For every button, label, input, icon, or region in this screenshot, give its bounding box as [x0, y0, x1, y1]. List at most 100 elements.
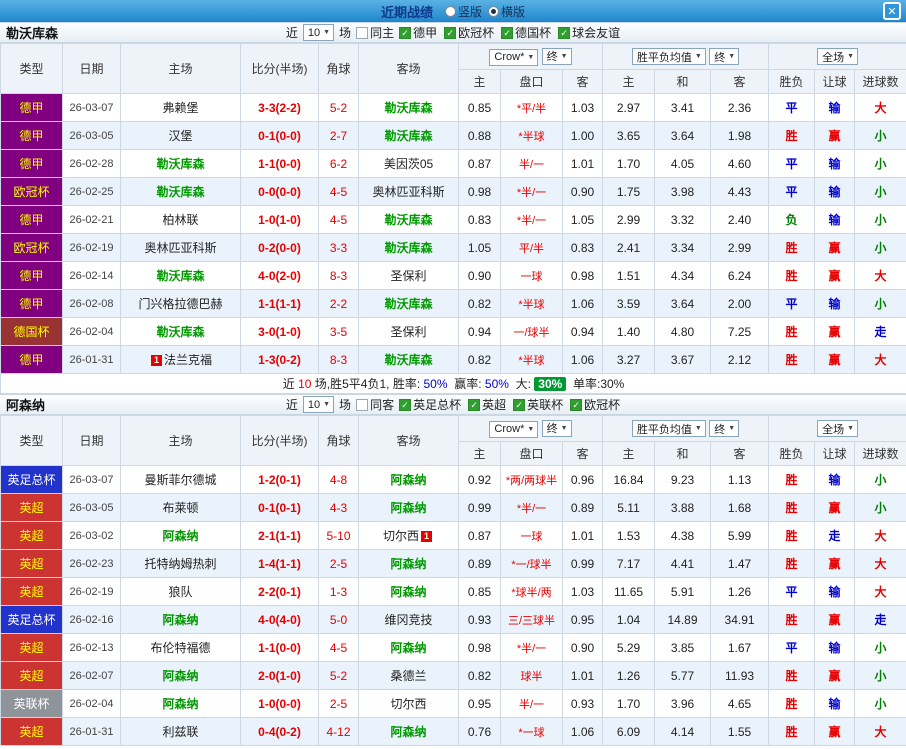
same-venue-checkbox[interactable]: 同主	[356, 24, 394, 41]
euro-odds-dropdown[interactable]: 胜平负均值 ▼	[631, 48, 706, 65]
match-count-dropdown[interactable]: 10 ▼	[302, 396, 335, 413]
home-team[interactable]: 门兴格拉德巴赫	[138, 297, 222, 311]
league-filter-checkbox[interactable]: ✓ 英超	[468, 396, 506, 413]
home-team[interactable]: 阿森纳	[162, 529, 198, 543]
col-date: 日期	[62, 43, 121, 94]
league-filter-checkbox[interactable]: ✓ 英足总杯	[399, 396, 461, 413]
league-filter-checkbox[interactable]: ✓ 德甲	[399, 24, 437, 41]
league-filter-checkbox[interactable]: ✓ 欧冠杯	[444, 24, 494, 41]
home-team[interactable]: 柏林联	[162, 213, 198, 227]
games-label: 场	[339, 26, 352, 40]
home-team[interactable]: 汉堡	[168, 129, 192, 143]
match-date: 26-02-19	[62, 233, 121, 262]
euro-away-odds: 5.99	[710, 521, 770, 550]
away-team[interactable]: 美因茨05	[384, 157, 433, 171]
summary-line: 近 10 场,胜5平4负1, 胜率: 50% 赢率: 50% 大: 30% 单率…	[282, 377, 624, 391]
asian-handicap: *一/球半	[500, 549, 563, 578]
radio-vertical-label[interactable]: 竖版	[458, 3, 482, 20]
euro-home-odds: 1.75	[602, 177, 656, 206]
corners: 3-5	[318, 317, 359, 346]
away-team[interactable]: 维冈竞技	[384, 613, 432, 627]
home-team[interactable]: 勒沃库森	[156, 269, 204, 283]
col-goals: 进球数	[854, 441, 906, 466]
handicap-result: 输	[814, 465, 856, 494]
match-row: 德甲 26-03-07 弗赖堡 3-3(2-2) 5-2 勒沃库森 0.85 *…	[0, 93, 906, 122]
home-team[interactable]: 弗赖堡	[162, 101, 198, 115]
home-team[interactable]: 阿森纳	[162, 613, 198, 627]
away-team[interactable]: 阿森纳	[390, 473, 426, 487]
wdl-result: 胜	[768, 661, 816, 690]
wdl-result: 胜	[768, 549, 816, 578]
same-venue-checkbox[interactable]: 同客	[356, 396, 394, 413]
away-team[interactable]: 圣保利	[390, 269, 426, 283]
home-team[interactable]: 奥林匹亚科斯	[144, 241, 216, 255]
league-filter-checkbox[interactable]: ✓ 德国杯	[501, 24, 551, 41]
home-team[interactable]: 法兰克福	[164, 353, 212, 367]
asian-home-odds: 0.85	[458, 93, 501, 122]
goals-result: 小	[854, 465, 906, 494]
home-team[interactable]: 曼斯菲尔德城	[144, 473, 216, 487]
euro-odds-dropdown[interactable]: 胜平负均值 ▼	[631, 420, 706, 437]
match-count-dropdown[interactable]: 10 ▼	[302, 24, 335, 41]
bookmaker-dropdown[interactable]: Crow* ▼	[489, 420, 539, 438]
home-team[interactable]: 布莱顿	[162, 501, 198, 515]
leverkusen-results-table: 类型 日期 主场 比分(半场) 角球 客场 Crow* ▼ 终 ▼ 胜平负均值 ▼ 终…	[0, 43, 906, 394]
away-team[interactable]: 奥林匹亚科斯	[372, 185, 444, 199]
away-team[interactable]: 圣保利	[390, 325, 426, 339]
home-team[interactable]: 勒沃库森	[156, 185, 204, 199]
league-filter-checkbox[interactable]: ✓ 欧冠杯	[570, 396, 620, 413]
scope-dropdown[interactable]: 全场 ▼	[817, 48, 859, 65]
home-team[interactable]: 勒沃库森	[156, 325, 204, 339]
league-filter-checkbox[interactable]: ✓ 球会友谊	[558, 24, 620, 41]
odds-time-dropdown[interactable]: 终 ▼	[541, 47, 572, 65]
away-team[interactable]: 勒沃库森	[384, 129, 432, 143]
home-team[interactable]: 布伦特福德	[150, 641, 210, 655]
match-date: 26-02-19	[62, 577, 121, 606]
euro-odds-time-dropdown[interactable]: 终 ▼	[709, 420, 740, 437]
away-team[interactable]: 阿森纳	[390, 501, 426, 515]
away-team[interactable]: 桑德兰	[390, 669, 426, 683]
home-team[interactable]: 阿森纳	[162, 697, 198, 711]
col-handicap: 盘口	[500, 69, 563, 94]
radio-horizontal-layout[interactable]	[488, 5, 499, 17]
col-wdl: 胜负	[768, 69, 816, 94]
col-away: 客场	[358, 415, 459, 466]
checkbox-unchecked-icon	[356, 398, 369, 411]
euro-draw-odds: 4.14	[654, 717, 712, 746]
summary-segment: 近	[282, 377, 295, 391]
bookmaker-dropdown[interactable]: Crow* ▼	[489, 48, 539, 66]
away-team[interactable]: 勒沃库森	[384, 213, 432, 227]
scope-dropdown[interactable]: 全场 ▼	[817, 420, 859, 437]
away-team[interactable]: 勒沃库森	[384, 297, 432, 311]
odds-time-dropdown[interactable]: 终 ▼	[541, 419, 572, 437]
away-team[interactable]: 阿森纳	[390, 557, 426, 571]
home-team[interactable]: 狼队	[168, 585, 192, 599]
match-date: 26-02-16	[62, 605, 121, 634]
away-team[interactable]: 阿森纳	[390, 725, 426, 739]
away-team[interactable]: 切尔西	[383, 529, 419, 543]
col-home: 主场	[120, 415, 241, 466]
away-team[interactable]: 阿森纳	[390, 641, 426, 655]
away-team[interactable]: 勒沃库森	[384, 101, 432, 115]
euro-odds-time-dropdown[interactable]: 终 ▼	[709, 48, 740, 65]
asian-away-odds: 1.01	[561, 661, 604, 690]
home-team[interactable]: 利兹联	[162, 725, 198, 739]
away-team-cell: 圣保利	[358, 261, 459, 290]
away-team[interactable]: 阿森纳	[390, 585, 426, 599]
home-team[interactable]: 阿森纳	[162, 669, 198, 683]
score: 1-2(0-1)	[240, 465, 319, 494]
away-team[interactable]: 勒沃库森	[384, 241, 432, 255]
home-team[interactable]: 勒沃库森	[156, 157, 204, 171]
section-arsenal-filterbar: 阿森纳 近 10 ▼ 场 同客 ✓ 英足总杯 ✓ 英超 ✓ 英联杯 ✓ 欧冠杯	[0, 394, 906, 415]
away-team[interactable]: 勒沃库森	[384, 353, 432, 367]
away-team[interactable]: 切尔西	[390, 697, 426, 711]
euro-draw-odds: 3.98	[654, 177, 712, 206]
euro-away-odds: 1.55	[710, 717, 770, 746]
radio-horizontal-label[interactable]: 横版	[501, 3, 525, 20]
league-filter-checkbox[interactable]: ✓ 英联杯	[513, 396, 563, 413]
checkbox-checked-icon: ✓	[468, 398, 481, 411]
score: 4-0(2-0)	[240, 261, 319, 290]
close-button[interactable]: ✕	[883, 2, 901, 20]
home-team[interactable]: 托特纳姆热刺	[144, 557, 216, 571]
radio-vertical-layout[interactable]	[444, 5, 456, 17]
